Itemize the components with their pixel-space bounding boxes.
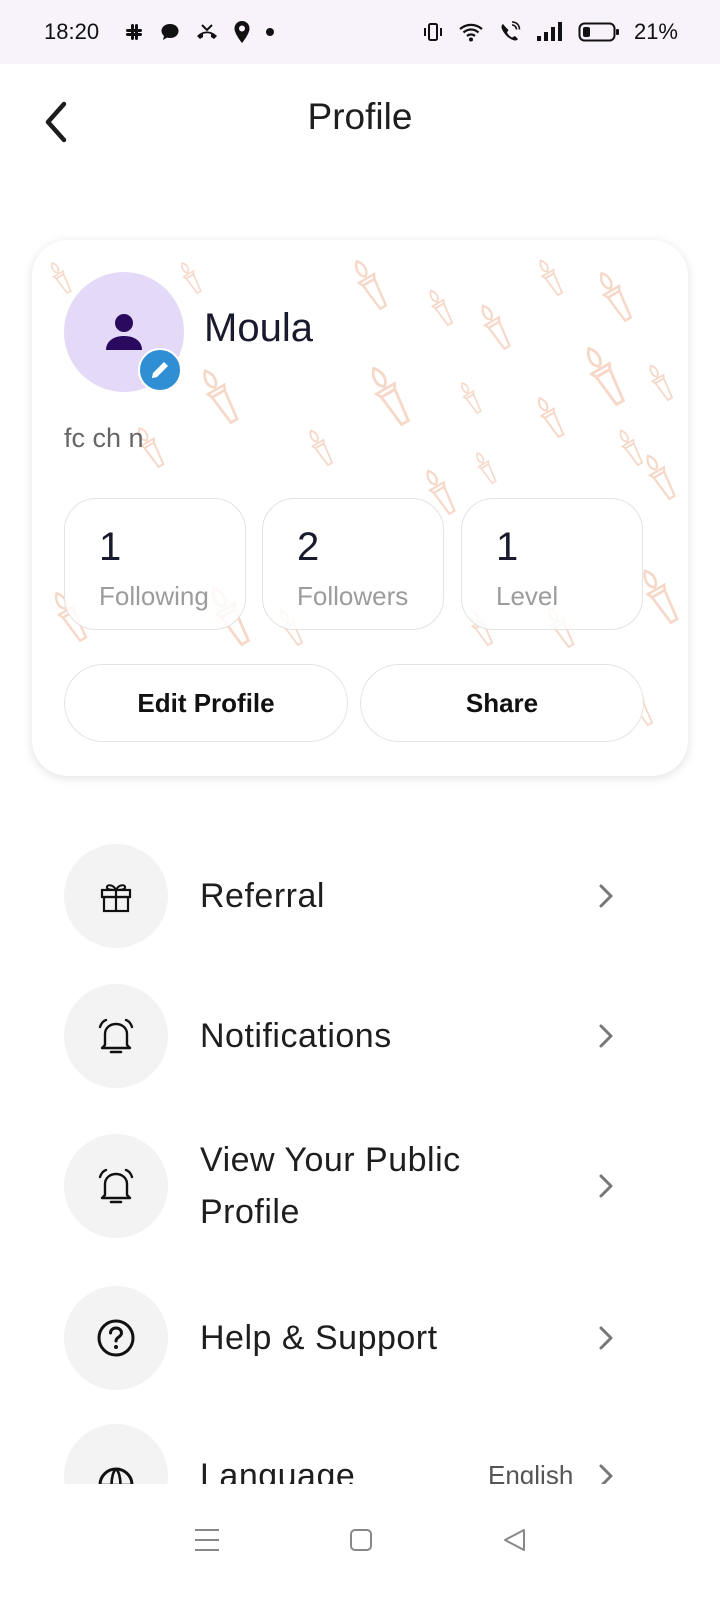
stat-label: Followers [297, 581, 409, 611]
menu-label: View Your Public Profile [200, 1141, 461, 1231]
menu-icon[interactable] [192, 1526, 222, 1559]
menu-item-help-support[interactable]: Help & Support [64, 1286, 624, 1390]
menu-label: Help & Support [200, 1319, 438, 1357]
profile-name: Moula [204, 306, 313, 350]
bell-icon [98, 1018, 134, 1054]
stat-followers[interactable]: 2 Followers [262, 498, 444, 630]
back-triangle-icon[interactable] [500, 1526, 528, 1559]
stat-label: Level [496, 581, 559, 611]
person-icon [106, 314, 142, 350]
menu-icon-circle [64, 984, 168, 1088]
wifi-calling-icon [498, 21, 522, 43]
battery-percent: 21% [633, 19, 678, 44]
stat-value: 2 [297, 525, 320, 569]
menu-icon-circle [64, 1286, 168, 1390]
edit-profile-button[interactable]: Edit Profile [64, 664, 348, 742]
menu-item-public-profile[interactable]: View Your Public Profile [64, 1134, 624, 1238]
missed-call-icon [195, 21, 219, 43]
chevron-right-icon [594, 1322, 618, 1354]
location-pin-icon [233, 20, 251, 44]
edit-avatar-button[interactable] [138, 348, 182, 392]
gift-icon [100, 884, 132, 913]
slack-icon [123, 21, 145, 43]
vibrate-icon [422, 21, 444, 43]
menu-item-notifications[interactable]: Notifications [64, 984, 624, 1088]
page-title: Profile [307, 96, 413, 137]
chevron-right-icon [594, 1170, 618, 1202]
question-circle-icon [97, 1319, 135, 1357]
stat-following[interactable]: 1 Following [64, 498, 246, 630]
wifi-icon [458, 21, 484, 43]
status-bar: 18:20 21% [0, 0, 720, 64]
menu-item-referral[interactable]: Referral [64, 844, 624, 948]
profile-card: Moula fc ch n 1 Following 2 Followers 1 … [32, 240, 688, 776]
signal-icon [536, 21, 564, 43]
chat-bubble-icon [159, 21, 181, 43]
profile-bio: fc ch n [64, 423, 144, 453]
menu-icon-circle [64, 844, 168, 948]
chevron-right-icon [594, 1020, 618, 1052]
dot-icon [265, 27, 275, 37]
app-bar: Profile [0, 64, 720, 180]
status-time: 18:20 [44, 19, 100, 44]
stat-value: 1 [99, 525, 122, 569]
menu-icon-circle [64, 1134, 168, 1238]
stat-label: Following [99, 581, 209, 611]
chevron-right-icon [594, 880, 618, 912]
menu-label: Notifications [200, 1017, 392, 1055]
system-nav-bar [0, 1484, 720, 1600]
stat-level[interactable]: 1 Level [461, 498, 643, 630]
bell-icon [98, 1168, 134, 1204]
home-square-icon[interactable] [347, 1526, 375, 1559]
stat-value: 1 [496, 525, 519, 569]
share-button[interactable]: Share [360, 664, 644, 742]
battery-icon [578, 21, 620, 43]
pencil-icon [152, 362, 168, 378]
menu-label: Referral [200, 877, 325, 915]
